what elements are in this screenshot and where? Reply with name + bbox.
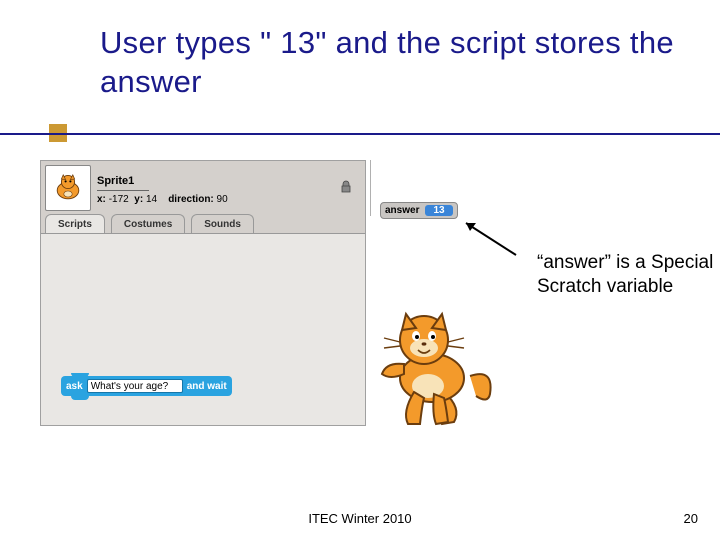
cat-sprite-large [374, 304, 494, 434]
sprite-info-row: Sprite1 x: -172 y: 14 direction: 90 [41, 161, 365, 213]
annotation-text: “answer” is a Special Scratch variable [537, 251, 720, 298]
script-pane[interactable]: ask and wait [41, 233, 365, 425]
cat-icon [50, 170, 86, 206]
slide-title: User types " 13" and the script stores t… [100, 24, 700, 102]
scratch-panel: Sprite1 x: -172 y: 14 direction: 90 Scri… [40, 160, 366, 426]
ask-prefix: ask [66, 381, 83, 392]
tab-scripts[interactable]: Scripts [45, 214, 105, 234]
sprite-coords: x: -172 y: 14 direction: 90 [97, 194, 329, 205]
ask-block[interactable]: ask and wait [61, 376, 232, 396]
arrow-icon [460, 219, 520, 259]
sprite-thumbnail[interactable] [45, 165, 91, 211]
sprite-name[interactable]: Sprite1 [97, 175, 134, 187]
answer-monitor[interactable]: answer 13 [380, 202, 458, 219]
lock-icon[interactable] [339, 180, 353, 197]
ask-suffix: and wait [187, 381, 227, 392]
tab-sounds[interactable]: Sounds [191, 214, 254, 234]
ask-input[interactable] [87, 379, 183, 393]
monitor-label: answer [385, 205, 419, 216]
sprite-meta: Sprite1 x: -172 y: 14 direction: 90 [97, 171, 329, 205]
tab-costumes[interactable]: Costumes [111, 214, 185, 234]
footer-center: ITEC Winter 2010 [0, 511, 720, 526]
page-number: 20 [684, 511, 698, 526]
tabs: Scripts Costumes Sounds [41, 214, 365, 234]
title-rule [0, 133, 720, 135]
monitor-value: 13 [425, 205, 452, 216]
